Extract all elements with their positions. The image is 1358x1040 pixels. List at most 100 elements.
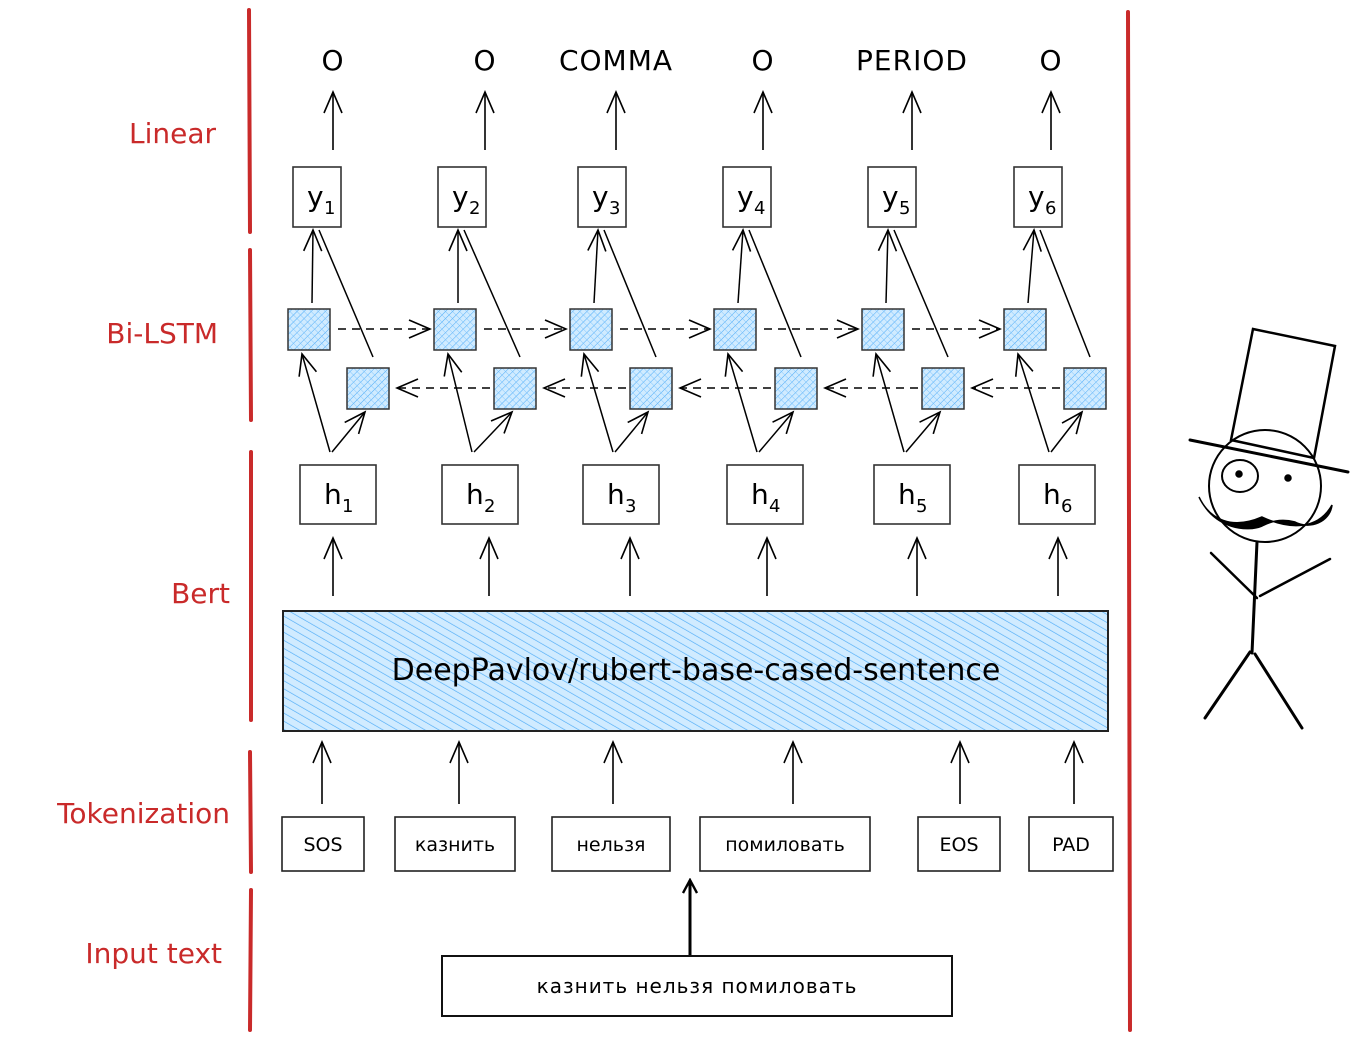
- output-label: PERIOD: [856, 44, 968, 77]
- h-node: h2: [441, 464, 519, 525]
- forward-lstm-cell: [1003, 308, 1047, 351]
- y-node-index: 4: [754, 198, 765, 219]
- h-node-index: 1: [342, 496, 353, 517]
- forward-lstm-cell: [713, 308, 757, 351]
- layer-label-linear: Linear: [129, 117, 217, 150]
- h-node-base: h: [607, 478, 625, 511]
- output-label: O: [321, 44, 344, 77]
- y-node-base: y: [307, 180, 324, 213]
- h-node-index: 4: [769, 496, 780, 517]
- architecture-diagram: Linear Bi-LSTM Bert Tokenization Input t…: [56, 8, 1350, 1032]
- separator-bilstm: [248, 248, 253, 422]
- backward-to-y-line: [1039, 229, 1091, 358]
- token-item: казнить: [394, 816, 516, 872]
- bilstm-connections: [302, 229, 1091, 453]
- y-node-index: 5: [899, 198, 910, 219]
- linear-outputs: y1y2y3y4y5y6: [292, 166, 1063, 228]
- leg-right: [1253, 652, 1304, 730]
- layer-separators: [247, 8, 1132, 1032]
- y-node: y5: [867, 166, 917, 228]
- h-node-base: h: [1043, 478, 1061, 511]
- bert-to-h-arrows: [333, 538, 1058, 596]
- backward-lstm-cell: [493, 367, 537, 410]
- layer-labels: Linear Bi-LSTM Bert Tokenization Input t…: [56, 117, 230, 970]
- y-node-base: y: [592, 180, 609, 213]
- leg-left: [1203, 650, 1252, 720]
- y-node-index: 1: [324, 198, 335, 219]
- backward-to-y-line: [748, 229, 802, 358]
- token-item: EOS: [917, 816, 1001, 872]
- forward-to-y-arrow: [1028, 230, 1034, 304]
- arm-left: [1209, 551, 1259, 600]
- token-item: PAD: [1028, 816, 1114, 872]
- h-to-backward-arrow: [1050, 412, 1082, 453]
- h-node: h5: [873, 464, 951, 525]
- y-node-base: y: [1028, 180, 1045, 213]
- token-label: PAD: [1052, 834, 1090, 856]
- token-label: нельзя: [577, 834, 646, 856]
- output-label: O: [751, 44, 774, 77]
- output-label: COMMA: [559, 44, 673, 77]
- h-to-backward-arrow: [905, 412, 940, 453]
- h-node: h1: [299, 464, 377, 525]
- backward-lstm-cell: [921, 367, 965, 410]
- h-node-base: h: [466, 478, 484, 511]
- separator-linear: [247, 8, 252, 234]
- layer-label-tokenization: Tokenization: [56, 797, 230, 830]
- forward-lstm-cell: [569, 308, 613, 351]
- forward-to-y-arrow: [738, 230, 743, 304]
- h-node-base: h: [898, 478, 916, 511]
- y-node-index: 2: [469, 198, 480, 219]
- output-label: O: [473, 44, 496, 77]
- h-node: h3: [582, 464, 660, 525]
- y-node: y6: [1013, 166, 1063, 228]
- h-to-forward-arrow: [584, 354, 614, 453]
- separator-input: [248, 888, 253, 1032]
- forward-to-y-arrow: [886, 230, 888, 304]
- token-item: SOS: [281, 816, 365, 872]
- token-item: нельзя: [551, 816, 671, 872]
- h-node-index: 2: [484, 496, 495, 517]
- eye-right: [1284, 474, 1292, 482]
- token-label: помиловать: [725, 834, 845, 856]
- y-node: y2: [437, 166, 487, 228]
- bert-embeddings: h1h2h3h4h5h6: [299, 464, 1096, 525]
- forward-lstm-cell: [433, 308, 477, 351]
- h-to-backward-arrow: [473, 412, 512, 453]
- mustache-icon: [1198, 496, 1333, 530]
- y-node-base: y: [882, 180, 899, 213]
- forward-lstm-cell: [861, 308, 905, 351]
- input-text: казнить нельзя помиловать: [537, 974, 858, 998]
- token-to-bert-arrows: [322, 742, 1074, 804]
- h-to-forward-arrow: [1018, 354, 1050, 453]
- h-node: h6: [1018, 464, 1096, 525]
- h-node-index: 6: [1061, 496, 1072, 517]
- token-list: SOS казнить нельзя помиловать EOS PAD: [281, 816, 1114, 872]
- backward-lstm-cell: [774, 367, 818, 410]
- right-border-line: [1126, 10, 1132, 1032]
- top-hat-icon: [1229, 327, 1337, 460]
- separator-tokenization: [248, 750, 253, 874]
- mascot-figure: [1188, 327, 1350, 730]
- eye-left: [1235, 470, 1243, 478]
- y-node: y1: [292, 166, 342, 228]
- layer-label-bert: Bert: [171, 577, 230, 610]
- input-block: казнить нельзя помиловать: [441, 955, 953, 1017]
- bert-model-name: DeepPavlov/rubert-base-cased-sentence: [392, 653, 1001, 688]
- backward-lstm-cell: [1063, 367, 1107, 410]
- token-label: SOS: [303, 834, 342, 856]
- y-node-base: y: [452, 180, 469, 213]
- h-node-base: h: [324, 478, 342, 511]
- y-node-base: y: [737, 180, 754, 213]
- h-to-backward-arrow: [614, 412, 648, 453]
- h-to-forward-arrow: [876, 354, 905, 453]
- output-label: O: [1039, 44, 1062, 77]
- h-to-backward-arrow: [331, 412, 365, 453]
- bilstm-layer: [287, 229, 1107, 453]
- backward-lstm-cell: [629, 367, 673, 410]
- token-label: EOS: [939, 834, 978, 856]
- y-node-index: 6: [1045, 198, 1056, 219]
- layer-label-input: Input text: [85, 937, 222, 970]
- h-node-index: 5: [916, 496, 927, 517]
- output-arrows: [333, 92, 1051, 150]
